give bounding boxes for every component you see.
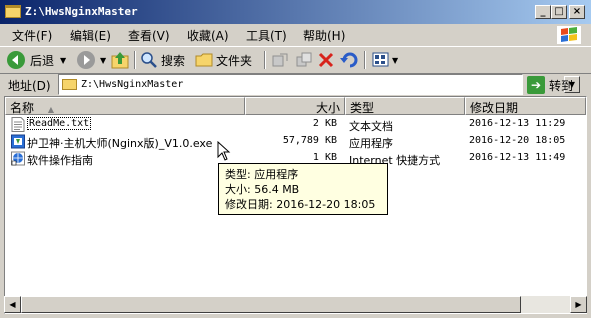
menu-edit[interactable]: 编辑(E) bbox=[70, 27, 111, 44]
file-row-exe[interactable]: 护卫神·主机大师(Nginx版)_V1.0.exe 57,789 KB 应用程序… bbox=[5, 133, 586, 150]
sort-ascending-icon: ▲ bbox=[47, 105, 54, 114]
move-to-icon bbox=[272, 53, 288, 67]
column-header-name[interactable]: 名称 ▲ bbox=[5, 97, 245, 115]
tooltip-size: 大小: 56.4 MB bbox=[225, 183, 300, 196]
up-button[interactable] bbox=[111, 49, 129, 71]
views-icon bbox=[372, 52, 389, 67]
internet-shortcut-icon bbox=[11, 151, 25, 166]
file-type: 文本文档 bbox=[349, 120, 393, 133]
file-type: 应用程序 bbox=[349, 137, 393, 150]
tooltip-type: 类型: 应用程序 bbox=[225, 168, 299, 181]
move-to-button[interactable] bbox=[272, 49, 288, 71]
delete-icon bbox=[318, 52, 334, 68]
folder-icon bbox=[195, 53, 213, 67]
horizontal-scrollbar[interactable]: ◀ ▶ bbox=[4, 296, 587, 313]
folder-up-icon bbox=[111, 52, 129, 69]
file-size: 57,789 KB bbox=[282, 135, 337, 146]
file-name[interactable]: 护卫神·主机大师(Nginx版)_V1.0.exe bbox=[27, 135, 212, 151]
file-info-tooltip: 类型: 应用程序 大小: 56.4 MB 修改日期: 2016-12-20 18… bbox=[218, 163, 388, 215]
go-arrow-icon: ➔ bbox=[527, 76, 545, 94]
chevron-down-icon[interactable]: ▼ bbox=[60, 56, 66, 65]
scroll-left-button[interactable]: ◀ bbox=[4, 296, 21, 313]
tooltip-modified: 修改日期: 2016-12-20 18:05 bbox=[225, 198, 376, 211]
menu-tools[interactable]: 工具(T) bbox=[246, 27, 287, 44]
window-title: Z:\HwsNginxMaster bbox=[25, 5, 138, 18]
menu-favorites[interactable]: 收藏(A) bbox=[187, 27, 229, 44]
copy-to-icon bbox=[296, 52, 312, 67]
go-label: 转到 bbox=[549, 78, 574, 93]
application-icon bbox=[11, 134, 25, 149]
close-button[interactable]: × bbox=[569, 5, 585, 19]
file-row-readme[interactable]: ReadMe.txt 2 KB 文本文档 2016-12-13 11:29 bbox=[5, 116, 586, 133]
menu-view[interactable]: 查看(V) bbox=[128, 27, 170, 44]
text-file-icon bbox=[11, 117, 25, 132]
file-modified: 2016-12-20 18:05 bbox=[469, 135, 566, 146]
search-button[interactable]: 搜索 bbox=[140, 49, 185, 71]
scroll-right-button[interactable]: ▶ bbox=[570, 296, 587, 313]
column-headers: 名称 ▲ 大小 类型 修改日期 bbox=[5, 97, 586, 115]
file-size: 1 KB bbox=[312, 152, 337, 163]
folder-icon bbox=[5, 5, 21, 18]
address-input[interactable]: Z:\HwsNginxMaster ▼ bbox=[58, 74, 580, 95]
copy-to-button[interactable] bbox=[296, 49, 312, 71]
forward-arrow-icon bbox=[77, 51, 95, 69]
delete-button[interactable] bbox=[318, 49, 334, 71]
chevron-down-icon[interactable]: ▼ bbox=[100, 56, 106, 65]
maximize-button[interactable]: □ bbox=[551, 5, 567, 19]
back-arrow-icon bbox=[7, 51, 25, 69]
menu-file[interactable]: 文件(F) bbox=[12, 27, 52, 44]
file-modified: 2016-12-13 11:49 bbox=[469, 152, 566, 163]
toolbar: 后退 ▼ ▼ 搜索 文件夹 ▼ bbox=[0, 46, 591, 74]
file-modified: 2016-12-13 11:29 bbox=[469, 118, 566, 129]
mouse-cursor-icon bbox=[217, 141, 231, 161]
folders-label: 文件夹 bbox=[216, 53, 253, 68]
chevron-down-icon: ▼ bbox=[392, 55, 399, 65]
back-button[interactable]: 后退 ▼ bbox=[6, 49, 66, 71]
forward-button[interactable]: ▼ bbox=[76, 49, 106, 71]
menu-bar: 文件(F) 编辑(E) 查看(V) 收藏(A) 工具(T) 帮助(H) bbox=[0, 24, 591, 46]
column-header-size[interactable]: 大小 bbox=[245, 97, 345, 115]
folder-icon bbox=[62, 79, 77, 90]
menu-help[interactable]: 帮助(H) bbox=[303, 27, 345, 44]
undo-button[interactable] bbox=[340, 49, 358, 71]
windows-logo-icon bbox=[557, 26, 581, 44]
views-button[interactable]: ▼ bbox=[372, 49, 398, 71]
search-label: 搜索 bbox=[161, 53, 186, 68]
go-button[interactable]: ➔ 转到 bbox=[527, 75, 573, 95]
back-label: 后退 bbox=[30, 53, 55, 68]
address-bar: 地址(D) Z:\HwsNginxMaster ▼ ➔ 转到 bbox=[0, 74, 591, 96]
undo-icon bbox=[340, 52, 358, 68]
folders-button[interactable]: 文件夹 bbox=[195, 49, 252, 71]
file-name[interactable]: 软件操作指南 bbox=[27, 152, 93, 168]
minimize-button[interactable]: _ bbox=[535, 5, 551, 19]
column-header-type[interactable]: 类型 bbox=[345, 97, 465, 115]
file-size: 2 KB bbox=[312, 118, 337, 129]
address-label: 地址(D) bbox=[8, 79, 51, 93]
scroll-thumb[interactable] bbox=[21, 296, 521, 313]
address-path[interactable]: Z:\HwsNginxMaster bbox=[81, 79, 183, 90]
title-bar: Z:\HwsNginxMaster _ □ × bbox=[0, 0, 591, 24]
column-header-modified[interactable]: 修改日期 bbox=[465, 97, 586, 115]
column-name-label: 名称 bbox=[10, 101, 35, 115]
search-icon bbox=[141, 52, 157, 68]
file-name[interactable]: ReadMe.txt bbox=[27, 117, 92, 130]
